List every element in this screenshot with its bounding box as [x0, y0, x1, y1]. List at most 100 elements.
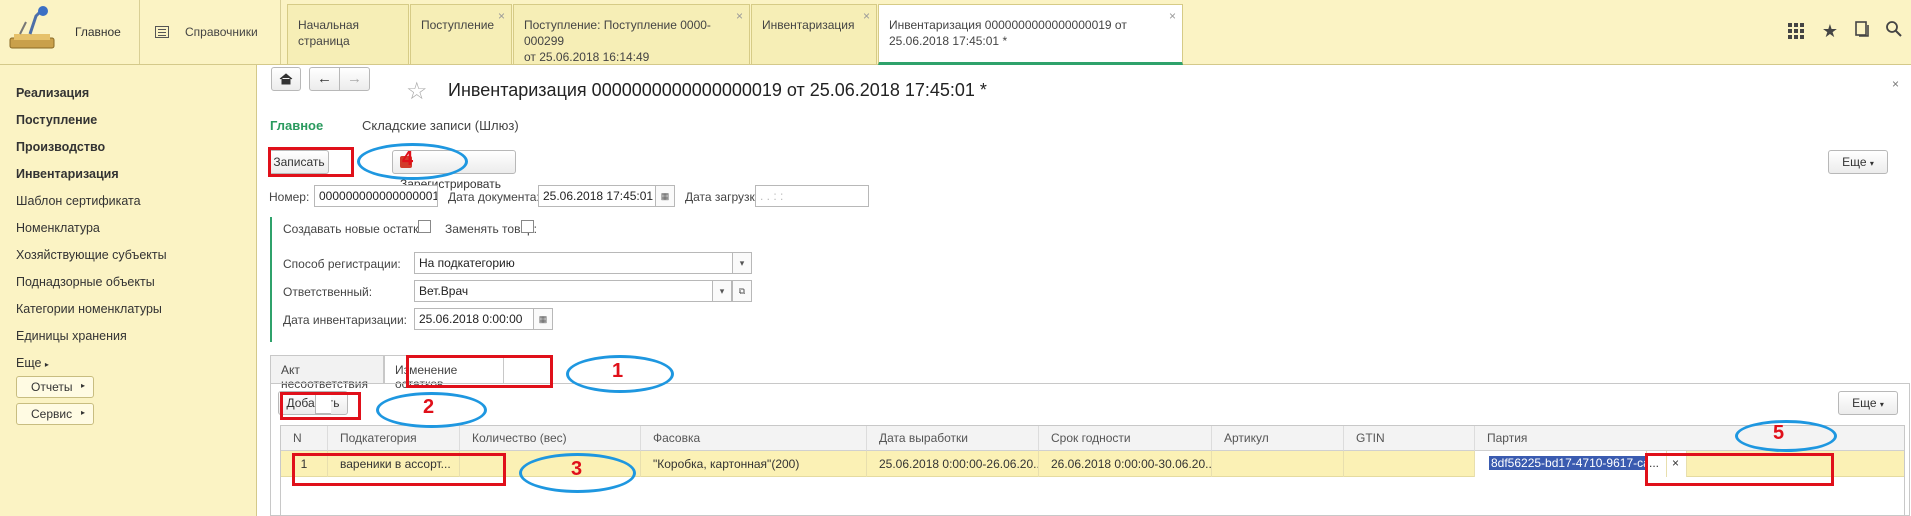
calendar-icon[interactable]: ▦ — [655, 185, 675, 207]
apps-grid-icon[interactable] — [1785, 20, 1807, 42]
caret-right-icon: ▸ — [80, 408, 85, 417]
link-warehouse-records[interactable]: Складские записи (Шлюз) — [362, 118, 519, 133]
tab-label: Поступление — [421, 18, 495, 32]
reg-method-label: Способ регистрации: — [283, 257, 401, 271]
tab-receipt-doc[interactable]: Поступление: Поступление 0000-000299 от … — [513, 4, 750, 64]
annotation-number: 2 — [423, 396, 435, 418]
cell-packing[interactable]: "Коробка, картонная"(200) — [641, 451, 867, 477]
tab-inventory-doc[interactable]: Инвентаризация 0000000000000000019 от 25… — [878, 4, 1183, 65]
number-field[interactable]: 0000000000000000019 — [314, 185, 438, 207]
tab-label: Начальная страница — [298, 18, 360, 48]
create-new-checkbox[interactable] — [418, 220, 431, 233]
close-tab-icon[interactable]: × — [863, 8, 870, 24]
sections-bar: Главное Справочники Начальная страница П… — [0, 0, 1911, 65]
group-indicator — [270, 217, 272, 342]
col-header-quantity[interactable]: Количество (вес) — [460, 426, 641, 451]
table-more-label: Еще — [1852, 396, 1877, 410]
doc-date-field[interactable]: 25.06.2018 17:45:01 — [538, 185, 656, 207]
col-header-batch[interactable]: Партия — [1475, 426, 1904, 451]
reg-method-select[interactable]: На подкатегорию — [414, 252, 733, 274]
annotation-box-batch — [1645, 453, 1834, 486]
responsible-field[interactable]: Вет.Врач — [414, 280, 713, 302]
col-header-article[interactable]: Артикул — [1212, 426, 1344, 451]
sidebar-item-storage-units[interactable]: Единицы хранения — [16, 329, 127, 343]
tab-nonconformity-act[interactable]: Акт несоответствия — [270, 355, 384, 391]
sidebar-item-production[interactable]: Производство — [16, 140, 105, 154]
section-main[interactable]: Главное — [0, 0, 140, 64]
annotation-ellipse — [1735, 420, 1837, 452]
table-more-button[interactable]: Еще ▾ — [1838, 391, 1898, 415]
more-actions-button[interactable]: Еще ▾ — [1828, 150, 1888, 174]
annotation-number: 4 — [402, 148, 414, 170]
dropdown-icon[interactable]: ▾ — [732, 252, 752, 274]
tab-home[interactable]: Начальная страница — [287, 4, 409, 64]
col-header-subcategory[interactable]: Подкатегория — [328, 426, 460, 451]
tab-label: Поступление: Поступление 0000-000299 от … — [524, 18, 711, 64]
page-title: Инвентаризация 0000000000000000019 от 25… — [448, 80, 987, 100]
sidebar-item-nomenclature[interactable]: Номенклатура — [16, 221, 100, 235]
cell-expiry[interactable]: 26.06.2018 0:00:00-30.06.20... — [1039, 451, 1212, 477]
col-header-expiry[interactable]: Срок годности — [1039, 426, 1212, 451]
open-icon[interactable]: ⧉ — [732, 280, 752, 302]
annotation-number: 1 — [612, 360, 624, 382]
more-label: Еще — [1842, 155, 1867, 169]
favorite-star-icon[interactable]: ☆ — [406, 77, 428, 106]
annotation-number: 5 — [1773, 422, 1785, 444]
sidebar-item-business-entities[interactable]: Хозяйствующие субъекты — [16, 248, 167, 262]
dropdown-icon[interactable]: ▾ — [712, 280, 732, 302]
cell-production-date[interactable]: 25.06.2018 0:00:00-26.06.20... — [867, 451, 1039, 477]
close-form-icon[interactable]: × — [1892, 77, 1899, 91]
reports-label: Отчеты — [31, 380, 73, 394]
top-icons: ★ — [1771, 0, 1911, 64]
sidebar-item-sales[interactable]: Реализация — [16, 86, 89, 100]
arrow-right-icon: → — [347, 70, 362, 87]
caret-down-icon: ▾ — [1869, 159, 1874, 168]
close-tab-icon[interactable]: × — [1169, 8, 1176, 24]
cell-batch[interactable]: 8df56225-bd17-4710-9617-ca — [1475, 451, 1647, 477]
caret-down-icon: ▾ — [1879, 400, 1884, 409]
load-date-field[interactable]: . . : : — [755, 185, 869, 207]
reports-button[interactable]: Отчеты ▸ — [16, 376, 94, 398]
section-references[interactable]: Справочники — [141, 0, 281, 64]
doc-date-label: Дата документа: — [448, 190, 540, 204]
close-tab-icon[interactable]: × — [498, 8, 505, 24]
favorites-star-icon[interactable]: ★ — [1819, 20, 1841, 42]
tab-label: Инвентаризация 0000000000000000019 от 25… — [889, 18, 1127, 48]
sidebar-item-more[interactable]: Еще ▸ — [16, 356, 49, 370]
col-header-gtin[interactable]: GTIN — [1344, 426, 1475, 451]
tab-inventory[interactable]: Инвентаризация × — [751, 4, 877, 64]
sidebar-item-supervised-objects[interactable]: Поднадзорные объекты — [16, 275, 155, 289]
section-references-label: Справочники — [185, 25, 258, 39]
cell-article[interactable] — [1212, 451, 1344, 477]
col-header-n[interactable]: N — [281, 426, 328, 451]
annotation-box-save — [268, 147, 354, 177]
sidebar-item-certificate-template[interactable]: Шаблон сертификата — [16, 194, 141, 208]
annotation-box-subcategory — [292, 453, 506, 486]
caret-right-icon: ▸ — [44, 360, 49, 369]
close-tab-icon[interactable]: × — [736, 8, 743, 24]
service-button[interactable]: Сервис ▸ — [16, 403, 94, 425]
number-label: Номер: — [269, 190, 310, 204]
sidebar-item-receipt[interactable]: Поступление — [16, 113, 97, 127]
col-header-packing[interactable]: Фасовка — [641, 426, 867, 451]
home-button[interactable] — [271, 67, 301, 91]
forward-button[interactable]: → — [339, 67, 370, 91]
sidebar-item-inventory[interactable]: Инвентаризация — [16, 167, 119, 181]
tab-receipt[interactable]: Поступление × — [410, 4, 512, 64]
service-label: Сервис — [31, 407, 73, 421]
search-icon[interactable] — [1883, 20, 1905, 42]
link-main[interactable]: Главное — [270, 118, 323, 133]
history-icon[interactable] — [1851, 20, 1873, 42]
back-button[interactable]: ← — [309, 67, 340, 91]
inv-date-label: Дата инвентаризации: — [283, 313, 407, 327]
list-icon — [155, 26, 169, 38]
inv-date-field[interactable]: 25.06.2018 0:00:00 — [414, 308, 534, 330]
replace-checkbox[interactable] — [521, 220, 534, 233]
tab-label: Инвентаризация — [762, 18, 855, 32]
col-header-production-date[interactable]: Дата выработки — [867, 426, 1039, 451]
batch-value[interactable]: 8df56225-bd17-4710-9617-ca — [1489, 456, 1646, 470]
sidebar-item-nomenclature-categories[interactable]: Категории номенклатуры — [16, 302, 162, 316]
cell-gtin[interactable] — [1344, 451, 1475, 477]
calendar-icon[interactable]: ▦ — [533, 308, 553, 330]
responsible-label: Ответственный: — [283, 285, 373, 299]
